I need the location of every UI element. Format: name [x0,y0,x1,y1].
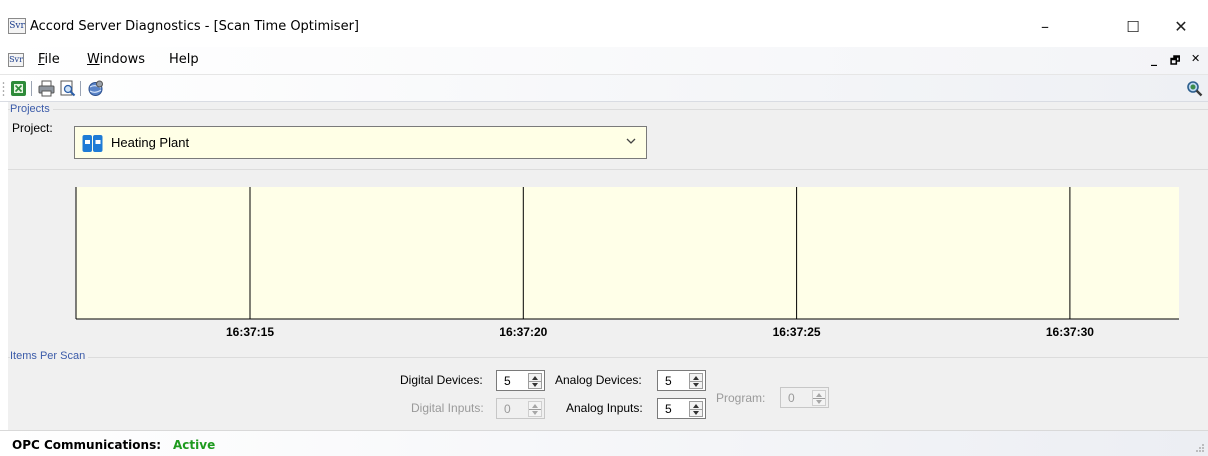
scan-time-chart: 16:37:15 16:37:20 16:37:25 16:37:30 [75,187,1179,339]
print-preview-icon[interactable] [59,80,76,97]
menu-file-label: ile [44,52,60,67]
menu-bar: Svr File Windows Help _ 🗗 ✕ [0,47,1208,75]
digital-inputs-value: 0 [504,402,511,416]
digital-inputs-label: Digital Inputs: [411,401,484,415]
mdi-child-icon[interactable]: Svr [8,53,24,67]
scan-time-optimiser-panel: Projects Project: Heating Plant 16:37:15… [8,102,1208,430]
spin-up-icon [816,393,822,397]
spin-down-icon [532,411,538,415]
spin-up-icon[interactable] [532,376,538,380]
toolbar-separator [80,81,81,96]
spin-up-icon [532,404,538,408]
menu-windows[interactable]: Windows [87,52,145,67]
project-label: Project: [12,121,53,135]
window-title: Accord Server Diagnostics - [Scan Time O… [30,19,359,34]
project-select-value: Heating Plant [111,135,190,150]
help-globe-icon[interactable] [87,80,104,97]
spin-down-icon[interactable] [693,383,699,387]
analog-inputs-spin-arrows[interactable] [689,401,703,417]
chart-divider [8,169,1208,170]
projects-group-label: Projects [10,103,53,115]
x-tick-label: 16:37:25 [773,325,821,339]
spin-down-icon[interactable] [693,411,699,415]
opc-status-label: OPC Communications: [12,438,162,452]
analog-inputs-label: Analog Inputs: [566,401,643,415]
spin-up-icon[interactable] [693,404,699,408]
mdi-close-button[interactable]: ✕ [1191,52,1200,65]
spin-divider [813,398,825,399]
spin-divider [690,409,702,410]
resize-grip-icon[interactable] [1195,443,1205,453]
search-icon[interactable] [1186,80,1203,97]
chevron-down-icon[interactable] [624,134,638,148]
projects-group-border [8,109,1208,110]
digital-devices-value: 5 [504,374,511,388]
toolbar [0,75,1208,102]
chart-plot-area [76,187,1179,319]
analog-devices-value: 5 [665,374,672,388]
spin-down-icon [816,400,822,404]
maximize-button[interactable]: ☐ [1110,12,1156,42]
x-tick-label: 16:37:20 [499,325,547,339]
analog-inputs-stepper[interactable]: 5 [657,398,706,419]
analog-devices-spin-arrows[interactable] [689,373,703,389]
digital-devices-spin-arrows[interactable] [528,373,542,389]
title-bar: Svr Accord Server Diagnostics - [Scan Ti… [0,0,1208,47]
spin-divider [690,381,702,382]
analog-devices-label: Analog Devices: [555,373,642,387]
x-tick-label: 16:37:15 [226,325,274,339]
project-book-icon [82,135,103,152]
opc-status-value: Active [173,438,216,452]
toolbar-separator [31,81,32,96]
project-select[interactable]: Heating Plant [74,126,647,159]
digital-devices-label: Digital Devices: [400,373,483,387]
menu-help[interactable]: Help [169,52,199,67]
menu-file[interactable]: File [38,52,60,67]
close-button[interactable]: ✕ [1158,12,1204,42]
program-stepper: 0 [780,387,829,408]
spin-divider [529,409,541,410]
digital-devices-stepper[interactable]: 5 [496,370,545,391]
status-bar: OPC Communications: Active [0,430,1208,456]
program-spin-arrows [812,390,826,406]
spin-divider [529,381,541,382]
spin-up-icon[interactable] [693,376,699,380]
digital-inputs-stepper: 0 [496,398,545,419]
print-icon[interactable] [38,80,55,97]
items-group-border [8,357,1208,358]
mdi-minimize-button[interactable]: _ [1151,52,1157,66]
x-tick-label: 16:37:30 [1046,325,1094,339]
menu-windows-mnemonic: W [87,52,100,67]
items-per-scan-group-label: Items Per Scan [10,350,89,362]
app-icon[interactable]: Svr [8,18,26,34]
analog-devices-stepper[interactable]: 5 [657,370,706,391]
menu-windows-label: indows [99,52,146,67]
program-label: Program: [716,391,766,405]
program-value: 0 [788,391,795,405]
digital-inputs-spin-arrows [528,401,542,417]
minimize-button[interactable]: – [1022,12,1068,42]
toolbar-grip[interactable] [2,80,5,97]
excel-export-icon[interactable] [10,80,27,97]
analog-inputs-value[interactable]: 5 [665,402,672,416]
mdi-restore-button[interactable]: 🗗 [1170,52,1180,71]
spin-down-icon[interactable] [532,383,538,387]
